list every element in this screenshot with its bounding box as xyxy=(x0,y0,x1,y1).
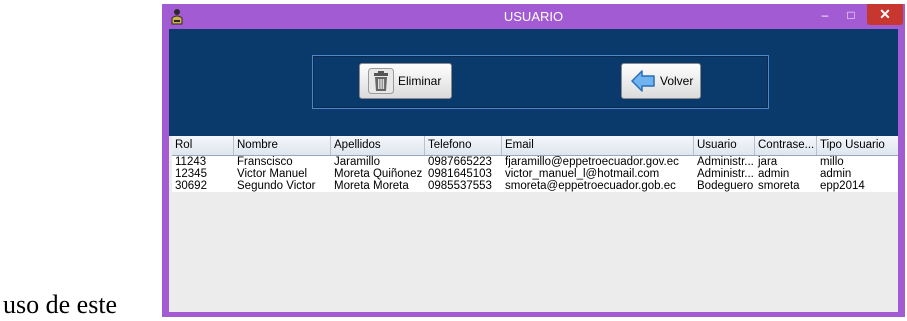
cell-usuario: Bodeguero xyxy=(697,180,754,192)
table-header: Rol Nombre Apellidos Telefono Email Usua… xyxy=(172,136,898,156)
usuarios-table: Rol Nombre Apellidos Telefono Email Usua… xyxy=(169,136,898,312)
title-bar[interactable]: USUARIO – □ ✕ xyxy=(162,4,905,29)
cell-telefono: 0987665223 xyxy=(428,156,492,168)
volver-button[interactable]: Volver xyxy=(621,63,701,99)
cell-usuario: Administr... xyxy=(697,156,754,168)
cell-tipo-usuario: millo xyxy=(820,156,844,168)
volver-label: Volver xyxy=(660,74,694,88)
column-header-telefono[interactable]: Telefono xyxy=(425,136,502,155)
caption-text: uso de este xyxy=(3,290,118,319)
column-header-nombre[interactable]: Nombre xyxy=(234,136,331,155)
cell-telefono: 0981645103 xyxy=(428,168,492,180)
cell-contrasena: smoreta xyxy=(758,180,800,192)
column-header-contrasena[interactable]: Contrase... xyxy=(755,136,817,155)
cell-email: fjaramillo@eppetroecuador.gov.ec xyxy=(505,156,679,168)
cell-apellidos: Moreta Quiñonez xyxy=(334,168,423,180)
cell-apellidos: Moreta Moreta xyxy=(334,180,409,192)
column-header-rol[interactable]: Rol xyxy=(172,136,234,155)
trash-icon xyxy=(368,68,394,94)
column-header-apellidos[interactable]: Apellidos xyxy=(331,136,425,155)
cell-email: smoreta@eppetroecuador.gob.ec xyxy=(505,180,676,192)
close-button[interactable]: ✕ xyxy=(867,4,903,25)
cell-contrasena: jara xyxy=(758,156,778,168)
cell-apellidos: Jaramillo xyxy=(334,156,381,168)
cell-rol: 12345 xyxy=(175,168,207,180)
content-panel: Eliminar Volver Rol Nombre Apellidos Tel… xyxy=(169,29,898,312)
cell-nombre: Victor Manuel xyxy=(237,168,308,180)
cell-email: victor_manuel_l@hotmail.com xyxy=(505,168,660,180)
window-title: USUARIO xyxy=(503,9,564,24)
table-row[interactable]: 30692 Segundo Victor Moreta Moreta 09855… xyxy=(172,180,898,192)
minimize-button[interactable]: – xyxy=(812,5,838,25)
column-header-tipo-usuario[interactable]: Tipo Usuario xyxy=(817,136,898,155)
eliminar-button[interactable]: Eliminar xyxy=(359,63,452,99)
cell-contrasena: admin xyxy=(758,168,790,180)
cell-telefono: 0985537553 xyxy=(428,180,492,192)
cell-tipo-usuario: admin xyxy=(820,168,852,180)
table-body: 11243 Franscisco Jaramillo 0987665223 fj… xyxy=(172,156,898,192)
cell-rol: 11243 xyxy=(175,156,207,168)
table-row[interactable]: 11243 Franscisco Jaramillo 0987665223 fj… xyxy=(172,156,898,168)
cell-rol: 30692 xyxy=(175,180,207,192)
usuario-window: USUARIO – □ ✕ Eliminar Volver Rol Nombre… xyxy=(162,4,905,317)
arrow-left-icon xyxy=(631,70,655,92)
cell-tipo-usuario: epp2014 xyxy=(820,180,865,192)
column-header-email[interactable]: Email xyxy=(502,136,694,155)
cell-nombre: Segundo Victor xyxy=(237,180,316,192)
cell-nombre: Franscisco xyxy=(237,156,293,168)
user-icon xyxy=(171,9,183,25)
eliminar-label: Eliminar xyxy=(398,74,442,88)
cell-usuario: Administr... xyxy=(697,168,754,180)
maximize-button[interactable]: □ xyxy=(838,5,864,25)
table-row[interactable]: 12345 Victor Manuel Moreta Quiñonez 0981… xyxy=(172,168,898,180)
column-header-usuario[interactable]: Usuario xyxy=(694,136,755,155)
